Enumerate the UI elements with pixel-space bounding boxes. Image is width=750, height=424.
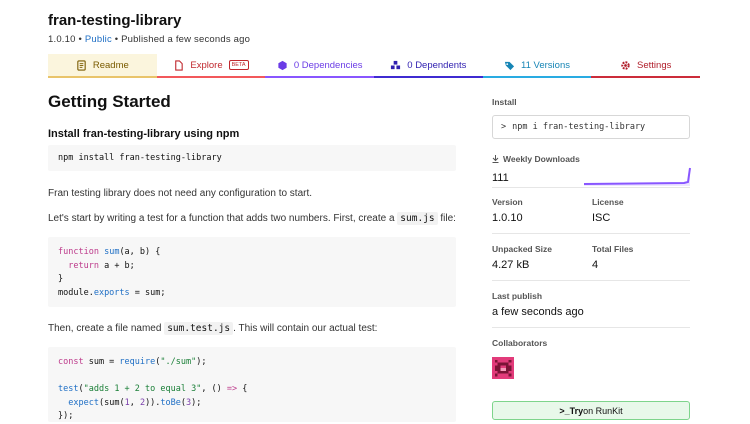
divider [492,233,690,234]
readme-heading: Getting Started [48,92,171,111]
last-publish-label: Last publish [492,291,543,301]
inline-code: sum.test.js [164,322,234,335]
install-code-block: npm install fran-testing-library [48,145,456,171]
license-label: License [592,197,624,207]
readme-paragraph: Let's start by writing a test for a func… [48,212,456,225]
tab-dependencies[interactable]: 0 Dependencies [265,54,375,78]
package-meta: 1.0.10 • Public • Published a few second… [48,34,250,45]
install-command-box[interactable]: > npm i fran-testing-library [492,115,690,139]
download-icon [492,155,499,163]
install-heading: Install fran-testing-library using npm [48,128,240,140]
tag-icon [504,61,515,70]
visibility-label: Public [84,34,112,45]
weekly-downloads-value: 111 [492,172,509,184]
package-version: 1.0.10 [48,34,76,45]
total-files-label: Total Files [592,244,634,254]
published-label: Published a few seconds ago [121,34,251,45]
downloads-sparkline [584,167,691,186]
inline-code: sum.js [397,212,438,225]
meta-separator: • [75,34,85,45]
install-label: Install [492,97,517,107]
tab-label: 11 Versions [521,59,570,71]
install-command: npm install fran-testing-library [58,153,222,163]
package-tabs: Readme Explore BETA 0 Dependencies 0 Dep… [48,54,701,78]
readme-paragraph: Fran testing library does not need any c… [48,188,313,199]
divider [492,327,690,328]
cubes-icon [391,60,401,69]
code-block-test: const sum = require("./sum"); test("adds… [48,347,456,422]
version-value: 1.0.10 [492,212,523,224]
try-runkit-button[interactable]: >_ Try on RunKit [492,401,690,420]
install-command-text: npm i fran-testing-library [512,122,646,132]
tab-dependents[interactable]: 0 Dependents [374,54,483,78]
package-title: fran-testing-library [48,12,182,29]
gear-icon [621,60,630,70]
version-label: Version [492,197,523,207]
tab-label: Readme [92,59,129,71]
terminal-prompt-icon: > [501,122,507,132]
readme-icon [77,59,86,71]
readme-paragraph: Then, create a file named sum.test.js. T… [48,322,378,335]
tab-explore[interactable]: Explore BETA [156,54,266,78]
tab-readme[interactable]: Readme [48,54,157,78]
tab-versions[interactable]: 11 Versions [482,54,592,78]
runkit-prefix: >_ [559,405,570,416]
explore-icon [175,59,184,71]
tab-label: Explore [190,59,223,71]
license-value: ISC [592,212,611,224]
divider [492,187,690,188]
box-icon [278,60,287,70]
beta-badge: BETA [228,60,249,70]
unpacked-size-label: Unpacked Size [492,244,552,254]
total-files-value: 4 [592,259,599,271]
tab-label: 0 Dependencies [293,59,363,71]
divider [492,280,690,281]
last-publish-value: a few seconds ago [492,306,584,318]
unpacked-size-value: 4.27 kB [492,259,530,271]
tab-label: 0 Dependents [407,59,467,71]
collaborator-avatar[interactable] [492,357,514,379]
collaborators-label: Collaborators [492,338,548,348]
code-block-sum: function sum(a, b) { return a + b; } mod… [48,237,456,307]
tab-label: Settings [637,59,672,71]
weekly-downloads-label: Weekly Downloads [492,154,580,164]
meta-separator: • [111,34,122,45]
tab-settings[interactable]: Settings [591,54,701,78]
